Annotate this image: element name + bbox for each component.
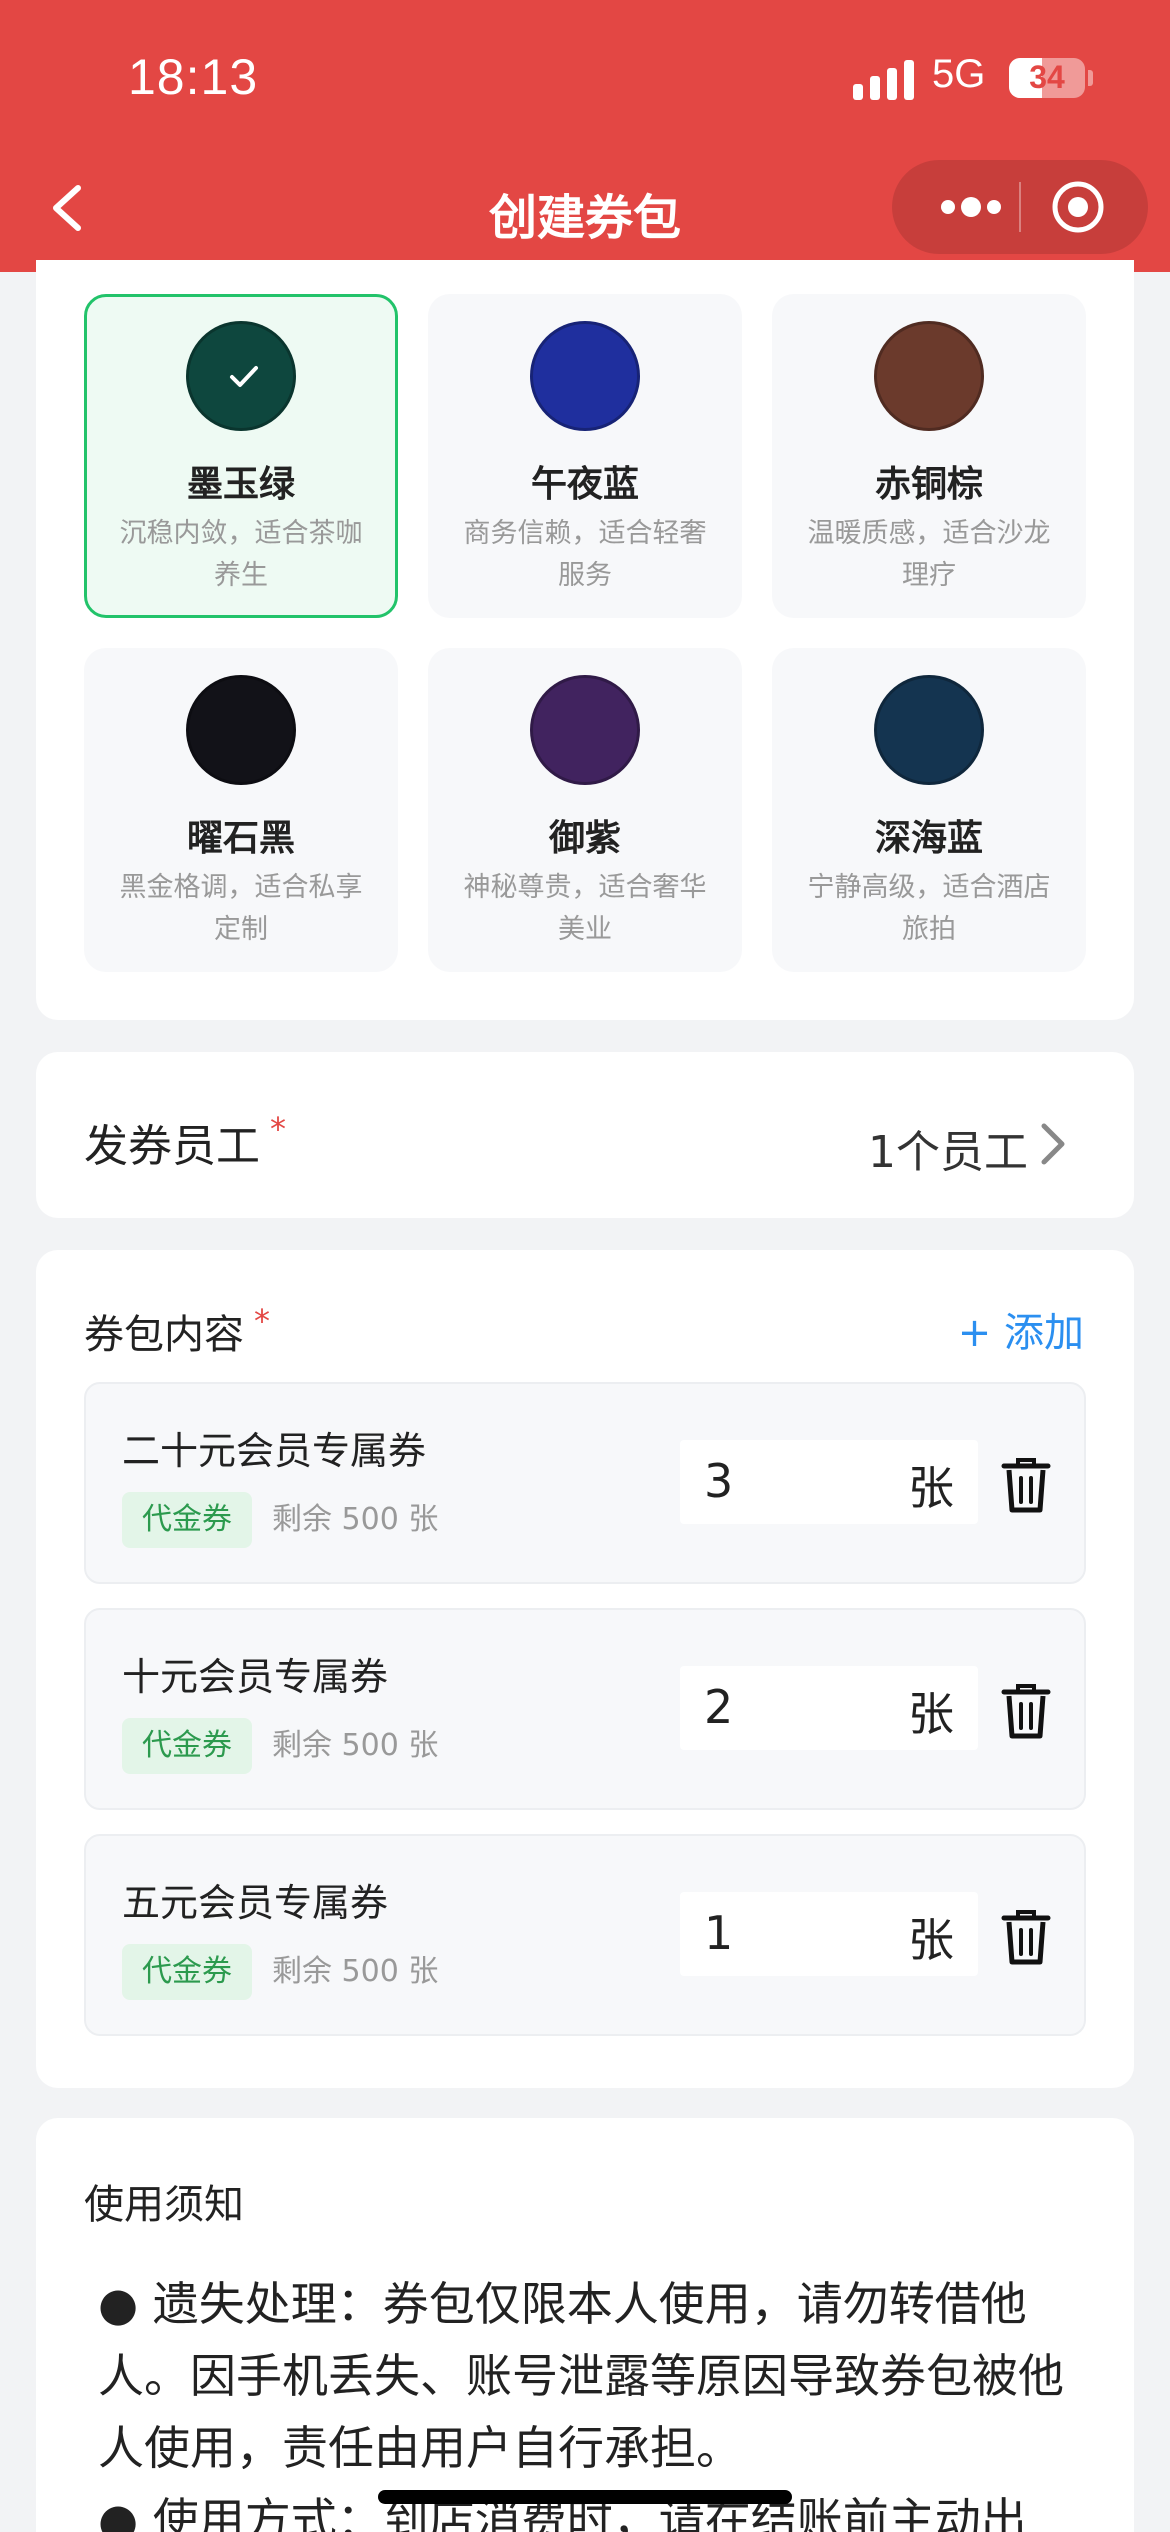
theme-item-obsidian-black[interactable]: 曜石黑 黑金格调，适合私享定制 [84,648,398,972]
quantity-unit: 张 [908,1687,954,1741]
theme-desc: 商务信赖，适合轻奢服务 [463,518,707,591]
close-miniprogram-button[interactable] [1030,160,1126,254]
battery-icon: 34 [1009,58,1085,98]
staff-label: 发券员工 * [84,1110,286,1174]
staff-label-text: 发券员工 [84,1121,260,1172]
package-label-text: 券包内容 [84,1312,244,1358]
header: 18:13 5G 34 创建券包 [0,0,1170,272]
trash-icon[interactable] [998,1908,1054,1966]
theme-desc: 沉稳内敛，适合茶咖养生 [119,518,363,591]
color-swatch [186,321,296,431]
more-button[interactable] [926,160,1016,254]
theme-name: 御紫 [548,818,621,859]
color-swatch [874,321,984,431]
check-icon [230,366,258,387]
add-voucher-button[interactable]: + 添加 [958,1300,1084,1358]
theme-name: 午夜蓝 [530,464,639,505]
network-type: 5G [932,52,986,96]
battery-level: 34 [1029,59,1065,95]
required-mark: * [254,1302,270,1340]
theme-name: 深海蓝 [874,818,983,859]
theme-desc: 宁静高级，适合酒店旅拍 [807,872,1051,945]
voucher-item: 五元会员专属券 代金券 剩余 500 张 1 张 [84,1834,1086,2036]
signal-icon [853,60,915,100]
voucher-item: 二十元会员专属券 代金券 剩余 500 张 3 张 [84,1382,1086,1584]
theme-item-deep-sea-blue[interactable]: 深海蓝 宁静高级，适合酒店旅拍 [772,648,1086,972]
theme-name: 曜石黑 [186,818,295,859]
voucher-remaining: 剩余 500 张 [272,1728,439,1763]
voucher-remaining: 剩余 500 张 [272,1502,439,1537]
theme-desc: 黑金格调，适合私享定制 [119,872,363,945]
more-dots-icon [941,197,1001,217]
voucher-name: 五元会员专属券 [122,1881,389,1925]
trash-icon[interactable] [998,1456,1054,1514]
trash-icon[interactable] [998,1682,1054,1740]
staff-row[interactable]: 发券员工 * 1个员工 [36,1052,1134,1218]
voucher-name: 十元会员专属券 [122,1655,389,1699]
theme-item-midnight-blue[interactable]: 午夜蓝 商务信赖，适合轻奢服务 [428,294,742,618]
color-swatch [530,321,640,431]
status-time: 18:13 [128,49,259,105]
quantity-unit: 张 [908,1913,954,1967]
quantity-unit: 张 [908,1461,954,1515]
voucher-remaining: 剩余 500 张 [272,1954,439,1989]
voucher-type-badge: 代金券 [122,1718,252,1774]
target-circle-icon [1052,181,1104,233]
theme-name: 墨玉绿 [186,464,295,505]
package-card: 券包内容 * + 添加 二十元会员专属券 代金券 剩余 500 张 3 张 十元会… [36,1250,1134,2088]
home-indicator [378,2490,792,2504]
theme-item-royal-purple[interactable]: 御紫 神秘尊贵，适合奢华美业 [428,648,742,972]
quantity-input[interactable]: 1 张 [680,1892,978,1976]
miniprogram-capsule [892,160,1148,254]
color-swatch [186,675,296,785]
theme-item-moyu-green[interactable]: 墨玉绿 沉稳内敛，适合茶咖养生 [84,294,398,618]
staff-value: 1个员工 [868,1127,1028,1178]
voucher-item: 十元会员专属券 代金券 剩余 500 张 2 张 [84,1608,1086,1810]
voucher-type-badge: 代金券 [122,1492,252,1548]
voucher-type-badge: 代金券 [122,1944,252,2000]
package-label: 券包内容 * [84,1302,270,1360]
theme-item-copper-brown[interactable]: 赤铜棕 温暖质感，适合沙龙理疗 [772,294,1086,618]
theme-desc: 神秘尊贵，适合奢华美业 [463,872,707,945]
quantity-input[interactable]: 2 张 [680,1666,978,1750]
capsule-divider [1019,182,1021,232]
battery-cap [1088,70,1093,86]
quantity-input[interactable]: 3 张 [680,1440,978,1524]
color-swatch [530,675,640,785]
quantity-value: 1 [704,1906,734,1960]
theme-card: 墨玉绿 沉稳内敛，适合茶咖养生 午夜蓝 商务信赖，适合轻奢服务 赤铜棕 温暖质感… [36,260,1134,1020]
voucher-name: 二十元会员专属券 [122,1429,427,1473]
required-mark: * [270,1110,286,1148]
notice-title: 使用须知 [84,2182,244,2228]
theme-name: 赤铜棕 [874,464,983,505]
quantity-value: 3 [704,1454,734,1508]
color-swatch [874,675,984,785]
chevron-right-icon [1041,1123,1065,1165]
quantity-value: 2 [704,1680,734,1734]
notice-card: 使用须知 ● 遗失处理：券包仅限本人使用，请勿转借他人。因手机丢失、账号泄露等原… [36,2118,1134,2532]
theme-desc: 温暖质感，适合沙龙理疗 [807,518,1051,591]
notice-item: ● 遗失处理：券包仅限本人使用，请勿转借他人。因手机丢失、账号泄露等原因导致券包… [98,2277,1064,2475]
